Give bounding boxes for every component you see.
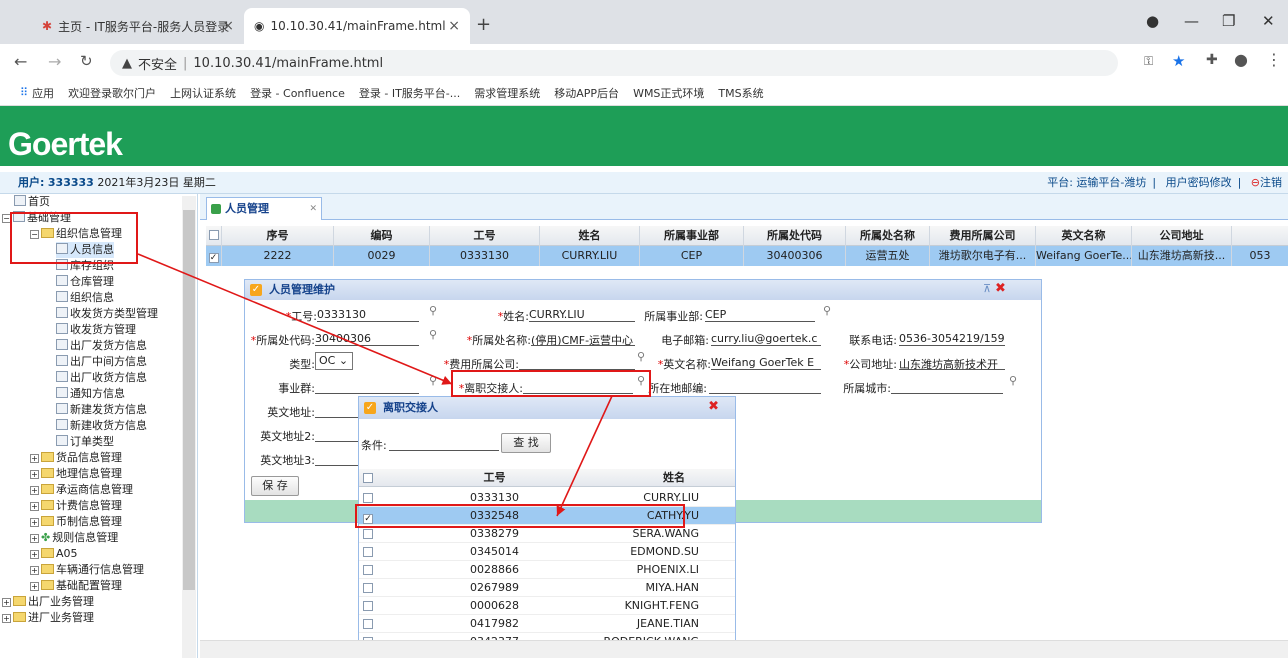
arrow-field-to-row bbox=[556, 395, 613, 517]
arrow-tree-to-field bbox=[137, 253, 453, 385]
annotation-arrows bbox=[137, 253, 613, 517]
